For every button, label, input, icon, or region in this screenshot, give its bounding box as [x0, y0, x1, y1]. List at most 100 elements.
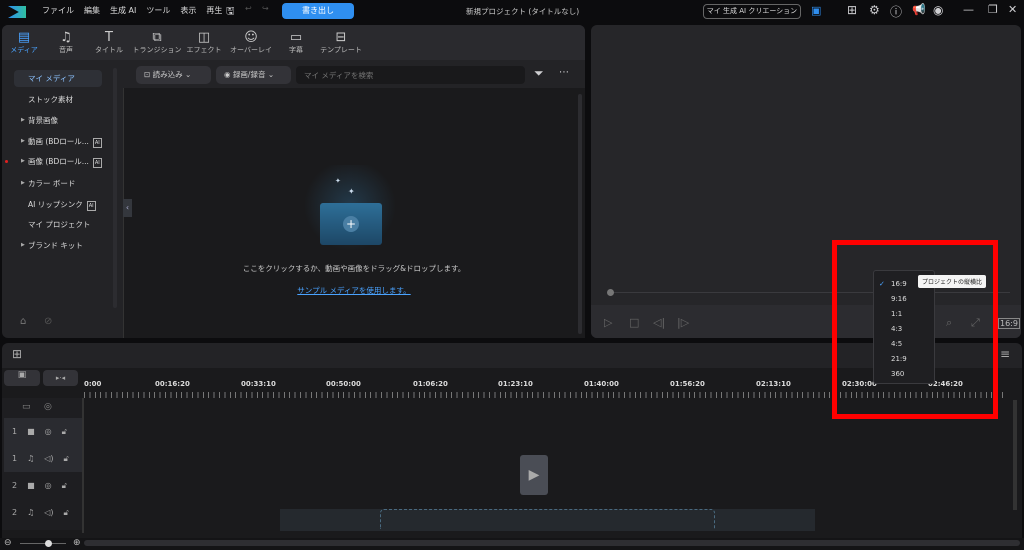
timeline-tools-icon[interactable]: ⊞: [12, 347, 22, 361]
sidebar-item-color-board[interactable]: ▶ カラー ボード: [14, 175, 102, 192]
sparkle-icon: ✦: [335, 177, 341, 185]
drop-target-outline: [380, 509, 715, 529]
project-title: 新規プロジェクト (タイトルなし): [466, 7, 580, 16]
media-scrollbar[interactable]: [578, 94, 582, 334]
zoom-slider[interactable]: [20, 543, 66, 544]
expand-arrow-icon: ▶: [21, 180, 25, 186]
track-header-audio[interactable]: 1 ♫ ◁) 🔓︎: [4, 445, 82, 472]
eye-icon[interactable]: ◎: [44, 402, 52, 412]
lock-icon[interactable]: 🔓︎: [62, 427, 67, 437]
sidebar-item-my-project[interactable]: マイ プロジェクト: [14, 216, 102, 233]
ai-creation-button[interactable]: マイ 生成 AI クリエーション: [703, 4, 801, 19]
filter-icon[interactable]: ⏷: [534, 66, 544, 81]
account-icon[interactable]: ◉: [933, 3, 943, 17]
track-number: 2: [12, 508, 18, 517]
restore-icon[interactable]: ❐: [988, 3, 998, 16]
lock-icon[interactable]: 🔓︎: [64, 508, 69, 518]
announcement-icon[interactable]: 📢: [912, 3, 926, 16]
redo-icon[interactable]: ↪: [262, 4, 269, 13]
seek-handle[interactable]: [607, 289, 614, 296]
track-header-audio[interactable]: 2 ♫ ◁) 🔓︎: [4, 499, 82, 526]
sidebar-item-brand-kit[interactable]: ▶ ブランド キット: [14, 237, 102, 254]
add-track-button[interactable]: ▣: [4, 370, 40, 386]
menu-file[interactable]: ファイル: [42, 5, 74, 16]
eye-icon[interactable]: ◎: [45, 427, 52, 436]
remove-tag-icon[interactable]: ⊘: [44, 316, 52, 327]
more-icon[interactable]: ⋯: [559, 67, 569, 78]
sidebar-item-image-broll[interactable]: ▶ 画像 (BDロール... AI: [14, 153, 102, 170]
sidebar-item-video-broll[interactable]: ▶ 動画 (BDロール... AI: [14, 133, 102, 150]
tab-audio[interactable]: ♫ 音声: [44, 30, 88, 55]
sidebar-item-ai-lipsync[interactable]: AI リップシンク AI: [14, 196, 102, 213]
tab-subtitle[interactable]: ▭ 字幕: [274, 30, 318, 55]
aspect-ratio-icon[interactable]: 16:9: [998, 318, 1020, 329]
zoom-slider-handle[interactable]: [45, 540, 52, 547]
record-icon: ◉: [224, 70, 233, 79]
tab-title[interactable]: T タイトル: [87, 30, 131, 55]
subtitle-icon: ▭: [289, 30, 303, 45]
zoom-in-icon[interactable]: ⊕: [73, 538, 81, 548]
ruler-label: 01:06:20: [413, 380, 448, 388]
speaker-icon[interactable]: ◁): [44, 454, 53, 463]
ruler-label: 01:56:20: [670, 380, 705, 388]
timeline-scrollbar[interactable]: [1013, 400, 1017, 510]
sidebar-item-background[interactable]: ▶ 背景画像: [14, 112, 102, 129]
gear-icon[interactable]: ⚙: [869, 3, 880, 17]
track-header-video[interactable]: 2 ■ ◎ 🔓︎: [4, 472, 82, 499]
sample-media-link[interactable]: サンプル メディアを使用します。: [124, 285, 584, 296]
minimize-icon[interactable]: —: [963, 3, 974, 16]
prev-frame-icon[interactable]: ◁|: [653, 316, 665, 329]
track-header-video[interactable]: 1 ■ ◎ 🔓︎: [4, 418, 82, 445]
help-icon[interactable]: ⓘ: [890, 3, 902, 20]
ai-badge-icon: AI: [86, 201, 96, 211]
horizontal-scrollbar[interactable]: [84, 540, 1020, 546]
save-icon[interactable]: 🖫: [226, 4, 235, 21]
menu-edit[interactable]: 編集: [84, 5, 100, 16]
menu-tools[interactable]: ツール: [146, 5, 170, 16]
tab-transition[interactable]: ⧉ トランジション: [132, 30, 182, 55]
menu-play[interactable]: 再生: [206, 5, 222, 16]
sparkle-icon: ✦: [348, 187, 355, 196]
expand-arrow-icon: ▶: [21, 158, 25, 164]
tab-template[interactable]: ⊟ テンプレート: [318, 30, 364, 55]
expand-arrow-icon: ▶: [21, 138, 25, 144]
menu-gen-ai[interactable]: 生成 AI: [110, 5, 136, 16]
sidebar-item-stock[interactable]: ストック素材: [14, 91, 102, 108]
edit-settings-icon[interactable]: ≡: [1000, 347, 1010, 361]
empty-message: ここをクリックするか、動画や画像をドラッグ&ドロップします。: [242, 264, 466, 273]
import-button[interactable]: ⊡ 読み込み ⌄: [136, 66, 211, 84]
notification-dot: [5, 160, 8, 163]
tab-overlay[interactable]: ☺ オーバーレイ: [226, 30, 276, 55]
lock-icon[interactable]: 🔓︎: [64, 454, 69, 464]
expand-arrow-icon: ▶: [21, 117, 25, 123]
stop-icon[interactable]: □: [629, 316, 639, 329]
play-icon[interactable]: ▷: [604, 316, 612, 329]
tab-effect[interactable]: ◫ エフェクト: [182, 30, 226, 55]
close-icon[interactable]: ✕: [1008, 3, 1017, 16]
effect-icon: ◫: [197, 30, 211, 45]
undo-icon[interactable]: ↩: [245, 4, 252, 13]
eye-icon[interactable]: ◎: [45, 481, 52, 490]
track-settings-icon[interactable]: ▭: [22, 402, 31, 412]
sidebar-item-my-media[interactable]: マイ メディア: [14, 70, 102, 87]
lock-icon[interactable]: 🔓︎: [62, 481, 67, 491]
highlight-box: [832, 240, 998, 419]
export-button[interactable]: 書き出し: [282, 3, 354, 19]
collapse-sidebar-button[interactable]: ‹: [123, 199, 132, 217]
sidebar-scrollbar[interactable]: [113, 68, 117, 308]
add-tag-icon[interactable]: ⌂: [20, 316, 26, 327]
speaker-icon[interactable]: ◁): [44, 508, 53, 517]
menu-bar: ファイル 編集 生成 AI ツール 表示 再生: [42, 5, 232, 16]
search-input[interactable]: [296, 66, 525, 84]
record-button[interactable]: ◉ 録画/録音 ⌄: [216, 66, 291, 84]
robot-icon[interactable]: ▣: [811, 4, 821, 17]
track-number: 2: [12, 481, 18, 490]
fit-timeline-button[interactable]: ▸·◂: [43, 370, 78, 386]
zoom-out-icon[interactable]: ⊖: [4, 538, 12, 548]
menu-view[interactable]: 表示: [180, 5, 196, 16]
import-folder-icon[interactable]: +: [320, 203, 382, 245]
tab-media[interactable]: ▤ メディア: [2, 30, 46, 55]
track-divider: [82, 398, 84, 533]
layout-icon[interactable]: ⊞: [847, 3, 857, 17]
next-frame-icon[interactable]: |▷: [677, 316, 689, 329]
